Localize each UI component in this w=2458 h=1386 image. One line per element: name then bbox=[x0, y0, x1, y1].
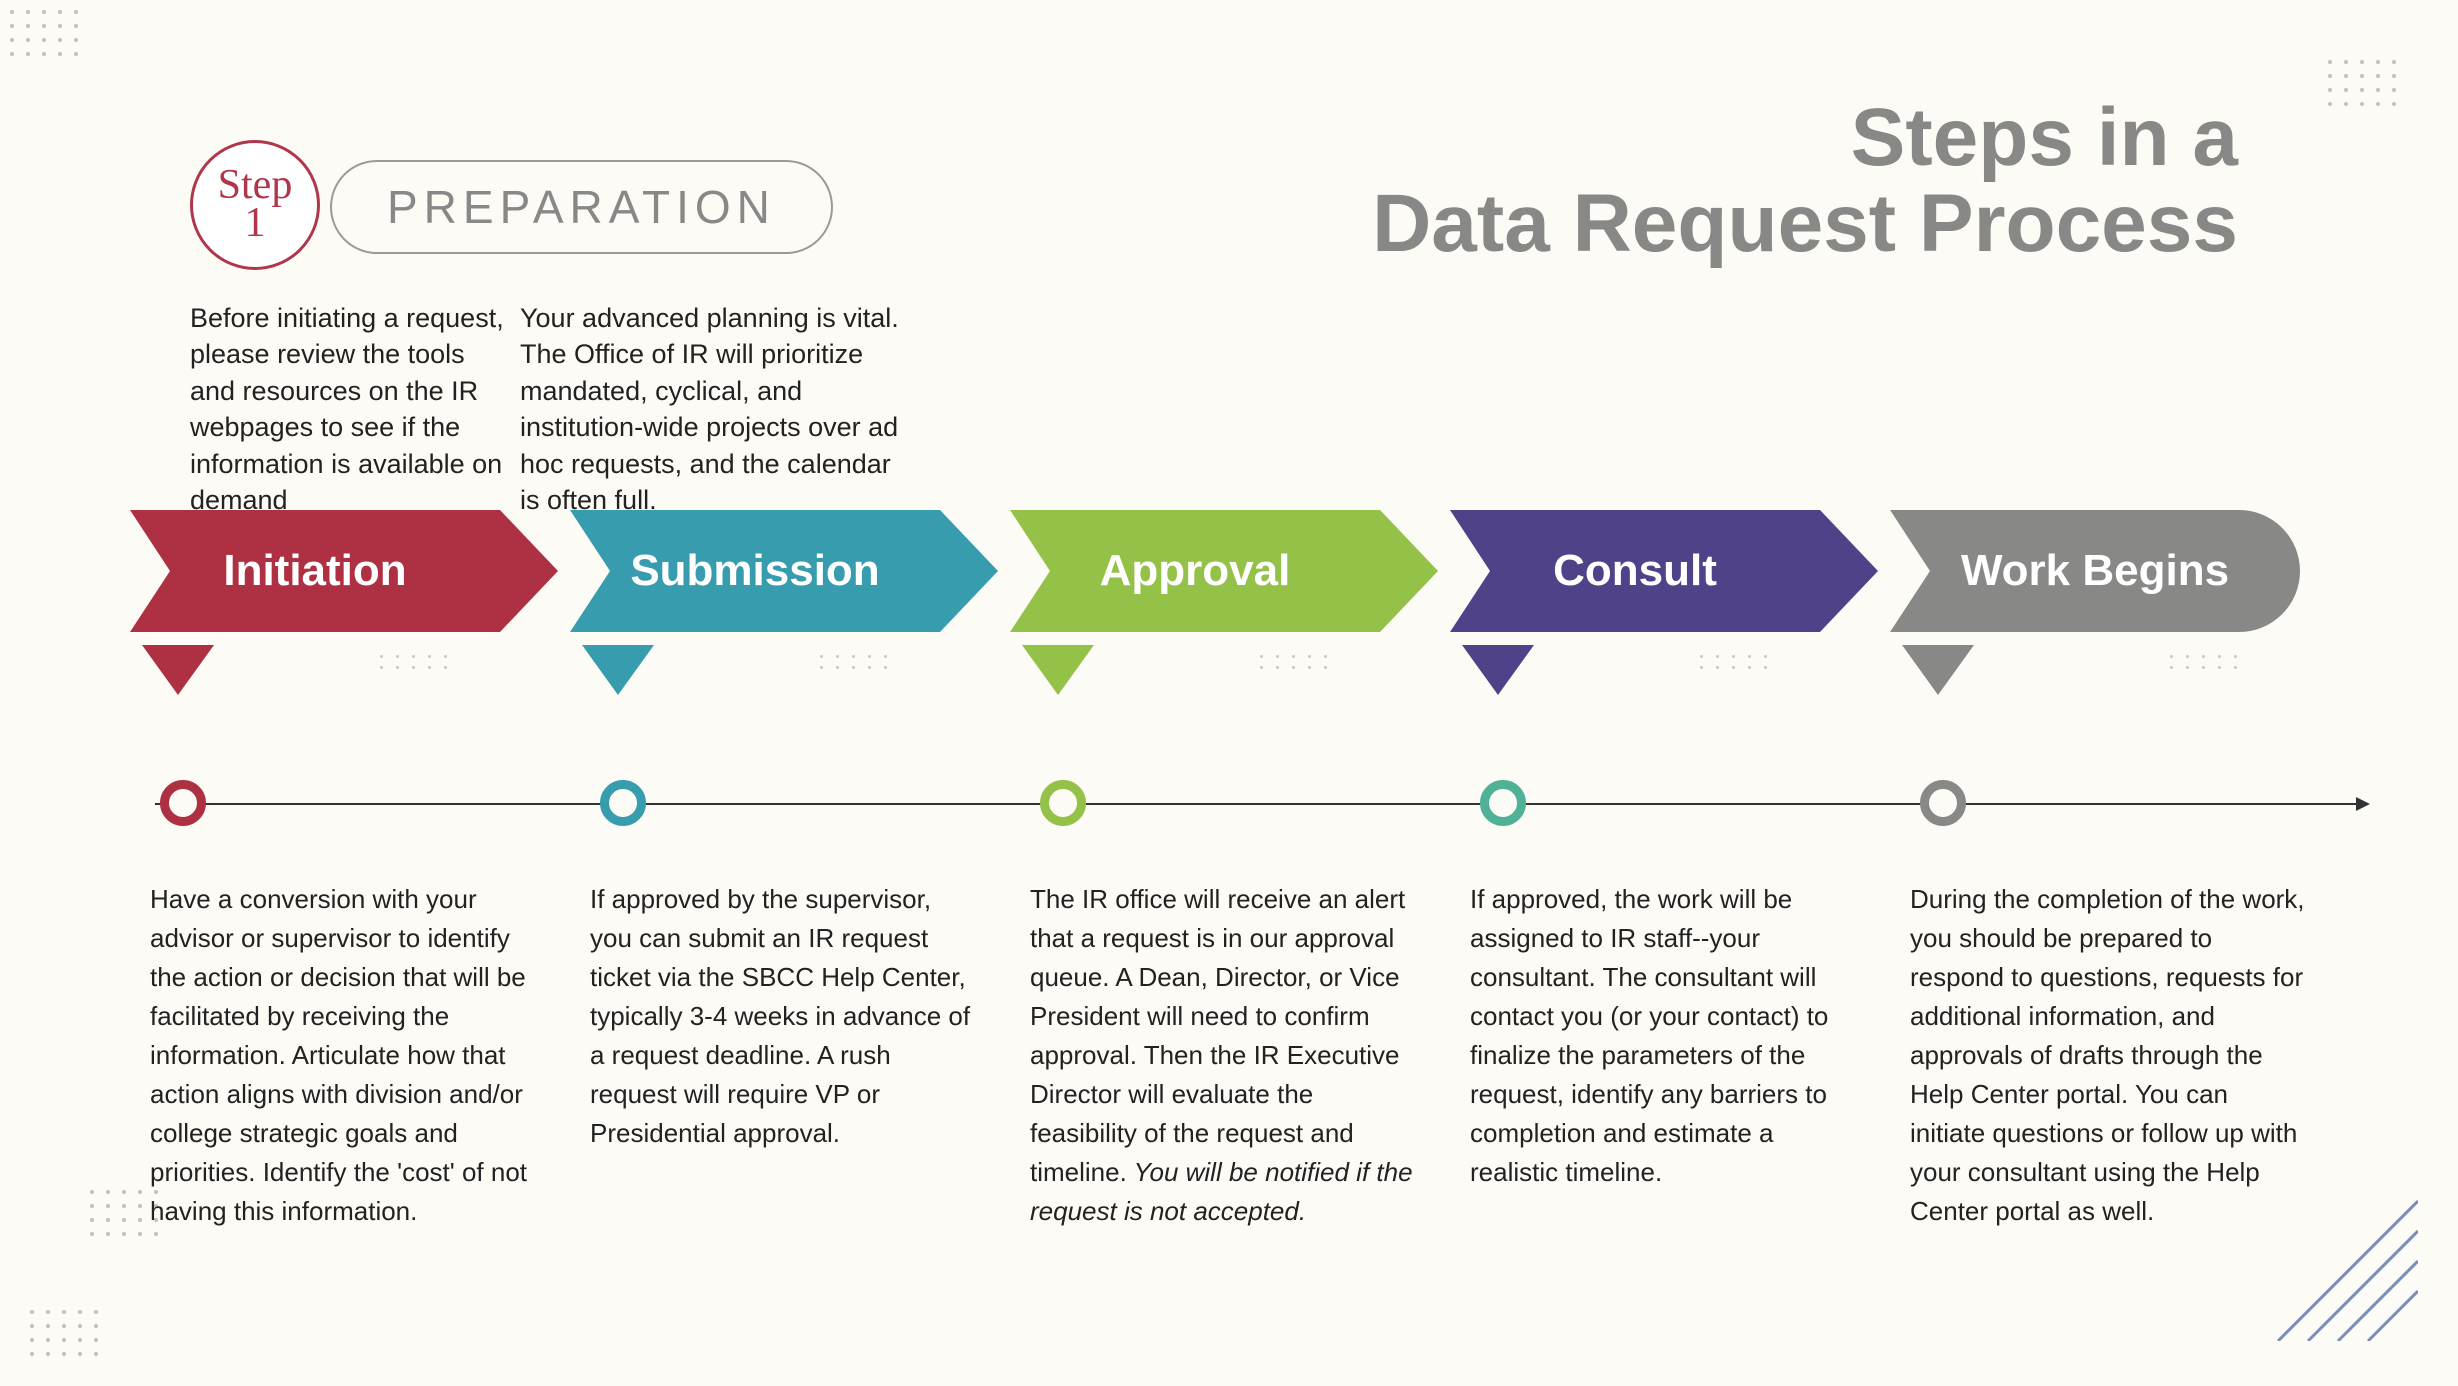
chevron-down-icon bbox=[1462, 645, 1534, 695]
page-title: Steps in a Data Request Process bbox=[1372, 95, 2238, 267]
prep-paragraph-1: Before initiating a request, please revi… bbox=[190, 300, 510, 519]
step-badge-number: 1 bbox=[245, 205, 266, 243]
arrow-approval: Approval bbox=[1010, 510, 1380, 670]
timeline-node-consult bbox=[1480, 780, 1526, 826]
desc-consult: If approved, the work will be assigned t… bbox=[1470, 880, 1855, 1192]
arrow-initiation: Initiation bbox=[130, 510, 500, 670]
timeline-node-initiation bbox=[160, 780, 206, 826]
title-line-2: Data Request Process bbox=[1372, 178, 2238, 269]
arrow-label: Initiation bbox=[223, 546, 406, 596]
arrow-work-begins: Work Begins bbox=[1890, 510, 2300, 670]
decor-dots bbox=[2170, 655, 2240, 669]
timeline-axis bbox=[155, 803, 2358, 805]
arrow-label: Consult bbox=[1553, 546, 1717, 596]
arrow-consult: Consult bbox=[1450, 510, 1820, 670]
prep-paragraph-2: Your advanced planning is vital. The Off… bbox=[520, 300, 910, 519]
decor-dots-tl bbox=[10, 10, 80, 56]
chevron-down-icon bbox=[582, 645, 654, 695]
preparation-pill: PREPARATION bbox=[330, 160, 833, 254]
decor-dots-bl1 bbox=[30, 1310, 100, 1356]
desc-approval: The IR office will receive an alert that… bbox=[1030, 880, 1415, 1231]
chevron-down-icon bbox=[1902, 645, 1974, 695]
step-1-badge-icon: Step 1 bbox=[190, 140, 320, 270]
desc-work-begins: During the completion of the work, you s… bbox=[1910, 880, 2305, 1231]
chevron-down-icon bbox=[142, 645, 214, 695]
decor-dots bbox=[380, 655, 450, 669]
desc-initiation: Have a conversion with your advisor or s… bbox=[150, 880, 535, 1231]
timeline-node-work-begins bbox=[1920, 780, 1966, 826]
arrow-label: Work Begins bbox=[1961, 546, 2229, 596]
desc-submission: If approved by the supervisor, you can s… bbox=[590, 880, 975, 1153]
process-arrows-row: Initiation Submission Approval Consult W… bbox=[130, 510, 2318, 670]
timeline-node-submission bbox=[600, 780, 646, 826]
timeline-node-approval bbox=[1040, 780, 1086, 826]
arrow-label: Approval bbox=[1100, 546, 1291, 596]
decor-dots bbox=[820, 655, 890, 669]
decor-dots bbox=[1700, 655, 1770, 669]
decor-dots bbox=[1260, 655, 1330, 669]
chevron-down-icon bbox=[1022, 645, 1094, 695]
arrow-submission: Submission bbox=[570, 510, 940, 670]
decor-dots-tr bbox=[2328, 60, 2398, 106]
title-line-1: Steps in a bbox=[1851, 92, 2238, 183]
arrow-label: Submission bbox=[630, 546, 879, 596]
